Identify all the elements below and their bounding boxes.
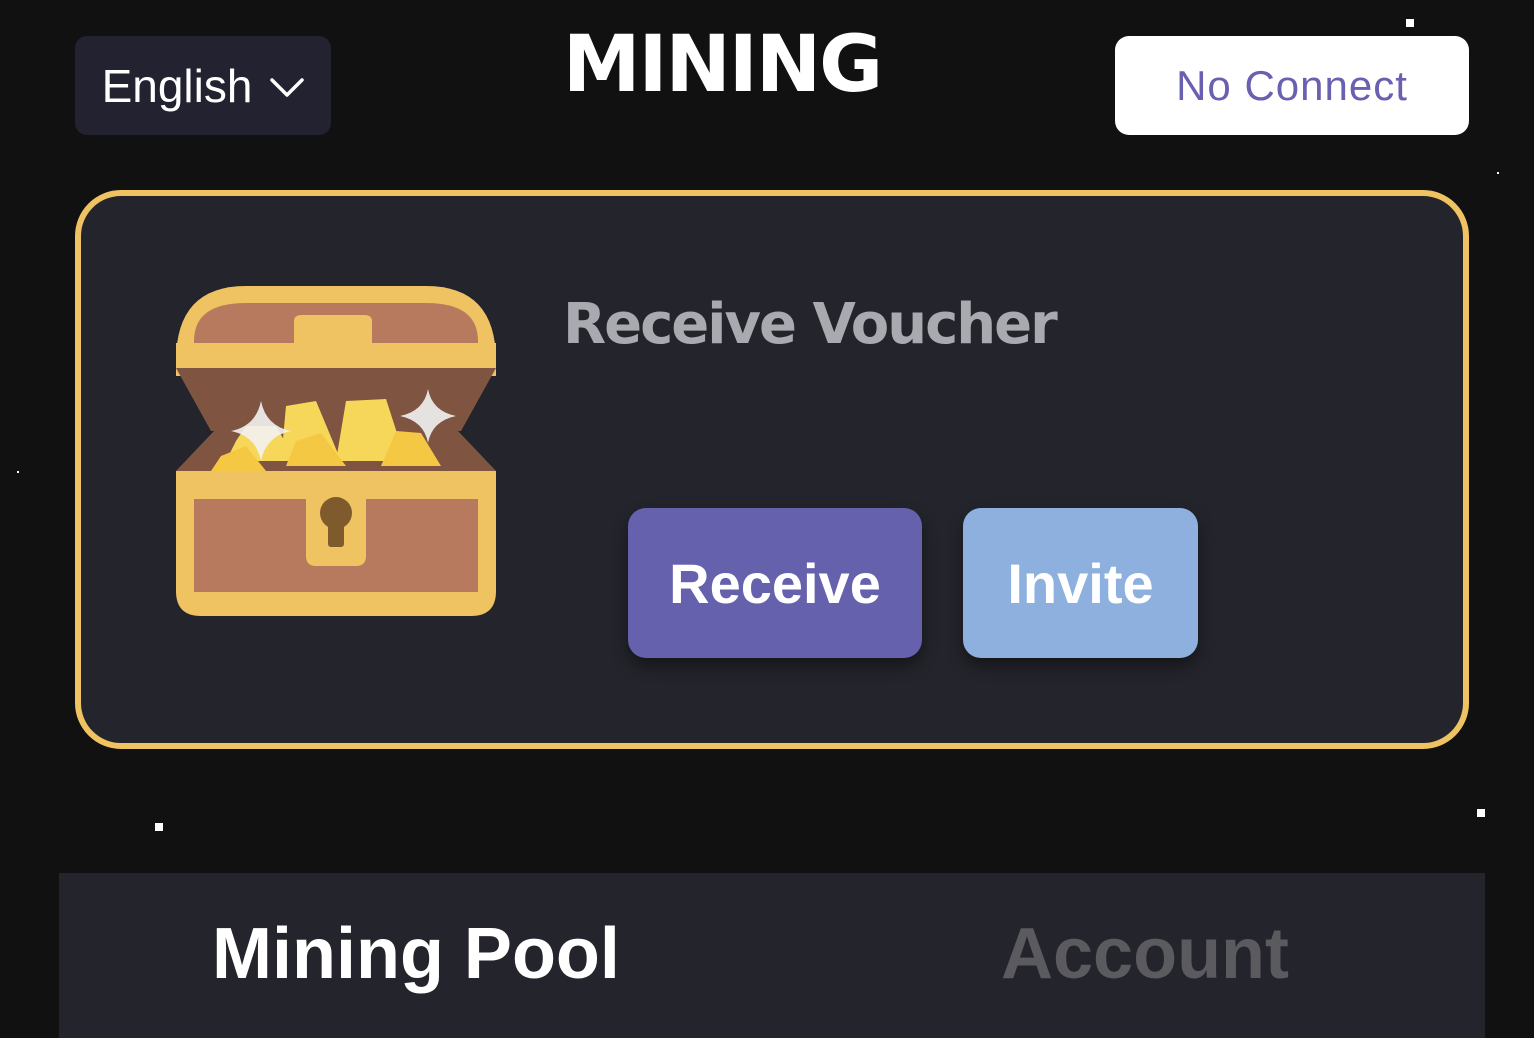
star-decoration	[1406, 19, 1414, 27]
voucher-title: Receive Voucher	[563, 292, 1058, 357]
language-selector[interactable]: English	[75, 36, 331, 135]
tab-account[interactable]: Account	[1001, 913, 1289, 995]
star-decoration	[1477, 809, 1485, 817]
star-decoration	[1497, 172, 1499, 174]
chevron-down-icon	[270, 77, 305, 97]
tab-bar: Mining Pool Account	[59, 873, 1485, 1038]
invite-button[interactable]: Invite	[963, 508, 1198, 658]
treasure-chest-icon	[176, 286, 496, 616]
connect-wallet-button[interactable]: No Connect	[1115, 36, 1469, 135]
mining-page: English MINING No Connect Receive Vouche…	[0, 0, 1534, 1038]
voucher-card: Receive Voucher Receive Invite	[75, 190, 1469, 749]
star-decoration	[155, 823, 163, 831]
receive-button[interactable]: Receive	[628, 508, 922, 658]
language-label: English	[101, 59, 253, 112]
star-decoration	[17, 471, 19, 473]
brand-title: MINING	[562, 20, 883, 110]
tab-mining-pool[interactable]: Mining Pool	[212, 913, 620, 995]
